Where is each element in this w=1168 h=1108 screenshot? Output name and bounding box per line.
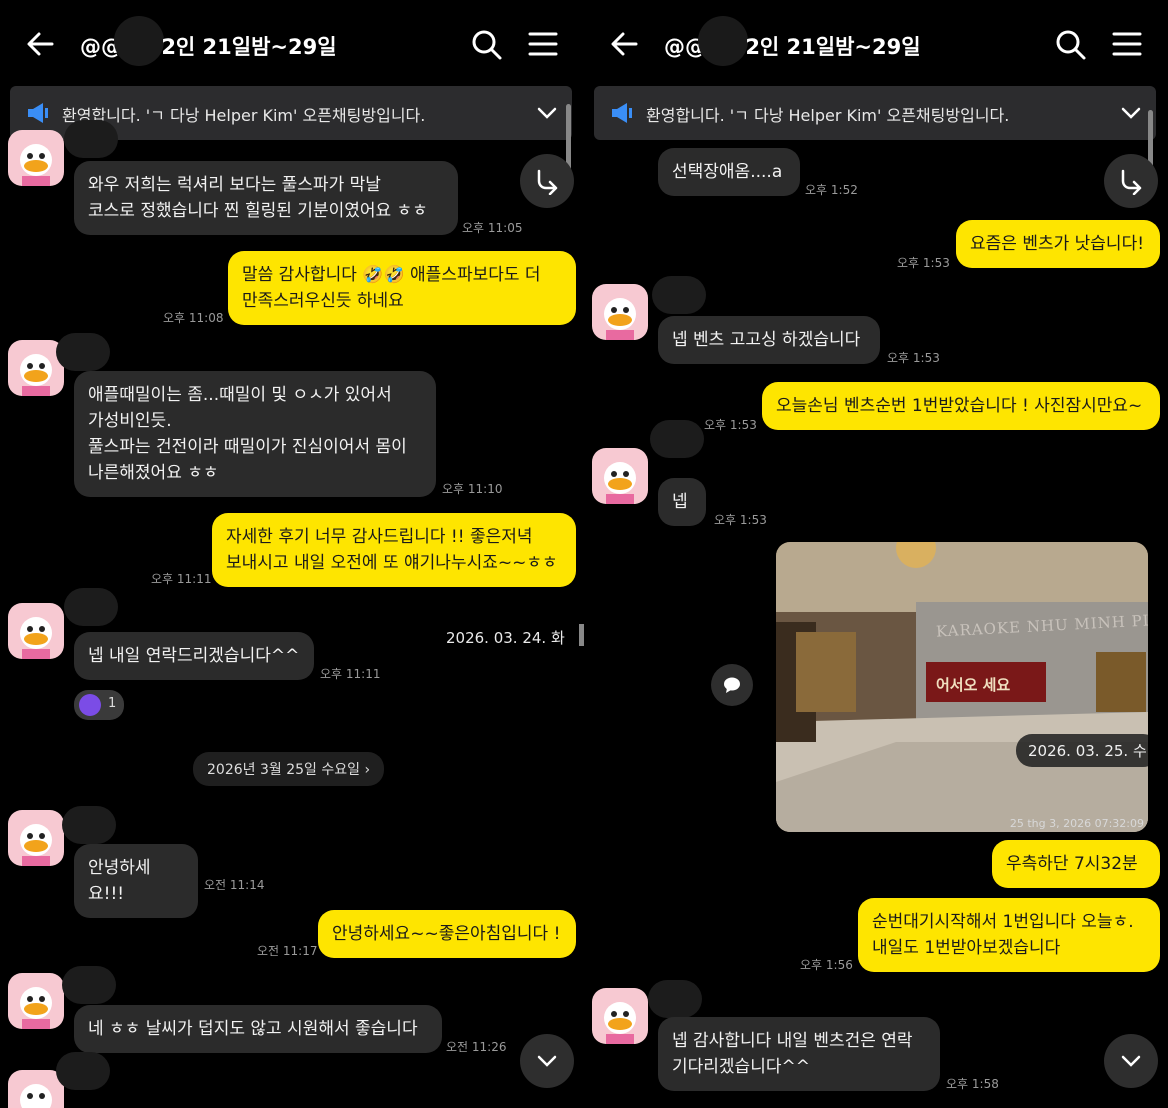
- photo-welcome-text: 어서오 세요: [936, 676, 1011, 694]
- thumbs-up-icon: [79, 694, 101, 716]
- avatar[interactable]: [8, 810, 64, 866]
- message-time: 오전 11:14: [204, 878, 265, 892]
- message-bubble[interactable]: 자세한 후기 너무 감사드립니다 !! 좋은저녁 보내시고 내일 오전에 또 얘…: [212, 513, 576, 587]
- message-time: 오전 11:26: [446, 1040, 507, 1054]
- message-time: 오후 11:08: [163, 311, 224, 325]
- date-divider[interactable]: 2026년 3월 25일 수요일 ›: [193, 752, 385, 786]
- avatar[interactable]: [592, 284, 648, 340]
- message-time: 오후 11:05: [462, 221, 523, 235]
- message-bubble[interactable]: 안녕하세요~~좋은아침입니다 !: [318, 910, 576, 958]
- message-bubble[interactable]: 넵 내일 연락드리겠습니다^^: [74, 632, 314, 680]
- chat-header: @@ 2인 21일밤~29일: [584, 0, 1168, 90]
- message-bubble[interactable]: 와우 저희는 럭셔리 보다는 풀스파가 막날 코스로 정했습니다 찐 힐링된 기…: [74, 161, 458, 235]
- chevron-right-icon: ›: [364, 762, 371, 778]
- share-button[interactable]: [520, 154, 574, 208]
- avatar[interactable]: [8, 973, 64, 1029]
- comment-button[interactable]: [711, 664, 753, 706]
- chat-title-text: 2인 21일밤~29일: [745, 35, 921, 59]
- name-mask: [698, 16, 748, 66]
- photo-message[interactable]: KARAOKE NHU MINH PLAZA 어서오 세요 2026. 03. …: [776, 542, 1148, 832]
- message-bubble[interactable]: 넵: [658, 478, 706, 526]
- message-time: 오후 1:53: [714, 513, 767, 527]
- message-bubble[interactable]: 넵 감사합니다 내일 벤츠건은 연락 기다리겠습니다^^: [658, 1017, 940, 1091]
- avatar[interactable]: [592, 448, 648, 504]
- menu-icon[interactable]: [525, 26, 561, 62]
- back-arrow-icon[interactable]: [22, 26, 58, 62]
- notice-text: 환영합니다. 'ㄱ 다낭 Helper Kim' 오픈채팅방입니다.: [646, 106, 1010, 125]
- share-icon: [1121, 169, 1142, 195]
- scroll-down-icon: [537, 1055, 557, 1067]
- avatar[interactable]: [8, 130, 64, 186]
- search-icon[interactable]: [1052, 26, 1088, 62]
- share-icon: [537, 169, 558, 195]
- scroll-down-button[interactable]: [520, 1034, 574, 1088]
- message-bubble[interactable]: 말씀 감사합니다 🤣🤣 애플스파보다도 더 만족스러우신듯 하네요: [228, 251, 576, 325]
- message-bubble[interactable]: 우측하단 7시32분: [992, 840, 1160, 888]
- message-time: 오후 1:53: [704, 418, 757, 432]
- message-bubble[interactable]: 안녕하세요!!!: [74, 844, 198, 918]
- date-stamp: 2026. 03. 24. 화: [446, 629, 565, 647]
- back-arrow-icon[interactable]: [606, 26, 642, 62]
- name-mask: [64, 120, 118, 158]
- chat-panel-left: @@ 2인 21일밤~29일 환영합니다. 'ㄱ 다낭 Helper Kim' …: [0, 0, 584, 1108]
- name-mask: [114, 16, 164, 66]
- share-button[interactable]: [1104, 154, 1158, 208]
- message-time: 오후 11:10: [442, 482, 503, 496]
- chat-title-text: 2인 21일밤~29일: [161, 35, 337, 59]
- message-bubble[interactable]: 넵 벤츠 고고싱 하겠습니다: [658, 316, 880, 364]
- chat-panel-right: @@ 2인 21일밤~29일 환영합니다. 'ㄱ 다낭 Helper Kim' …: [584, 0, 1168, 1108]
- message-time: 오후 11:11: [320, 667, 381, 681]
- message-time: 오후 1:56: [800, 958, 853, 972]
- message-time: 오후 1:53: [897, 256, 950, 270]
- comment-icon: [724, 677, 740, 693]
- notice-text: 환영합니다. 'ㄱ 다낭 Helper Kim' 오픈채팅방입니다.: [62, 106, 426, 125]
- message-bubble[interactable]: 오늘손님 벤츠순번 1번받았습니다 ! 사진잠시만요~: [762, 382, 1160, 430]
- message-time: 오후 1:53: [887, 351, 940, 365]
- message-time: 오후 1:52: [805, 183, 858, 197]
- avatar[interactable]: [592, 988, 648, 1044]
- chevron-down-icon[interactable]: [1120, 102, 1142, 124]
- name-mask: [62, 966, 116, 1004]
- message-bubble[interactable]: 요즘은 벤츠가 낫습니다!: [956, 220, 1160, 268]
- avatar[interactable]: [8, 603, 64, 659]
- name-mask: [64, 588, 118, 626]
- chat-header: @@ 2인 21일밤~29일: [0, 0, 584, 90]
- name-mask: [62, 806, 116, 844]
- name-mask: [56, 1052, 110, 1090]
- scrollbar[interactable]: [566, 104, 571, 170]
- date-badge: 2026. 03. 25. 수: [1016, 734, 1148, 767]
- search-icon[interactable]: [468, 26, 504, 62]
- photo-timestamp: 25 thg 3, 2026 07:32:09: [1009, 817, 1144, 830]
- chat-title: @@ 2인 21일밤~29일: [80, 16, 337, 66]
- reaction-count: 1: [108, 696, 117, 711]
- message-bubble[interactable]: 애플때밀이는 좀...때밀이 및 ㅇㅅ가 있어서 가성비인듯. 풀스파는 건전이…: [74, 371, 436, 497]
- reaction-badge[interactable]: 1: [74, 690, 124, 720]
- message-bubble[interactable]: 선택장애옴....a: [658, 148, 800, 196]
- scroll-down-icon: [1121, 1055, 1141, 1067]
- name-mask: [56, 333, 110, 371]
- chat-title: @@ 2인 21일밤~29일: [664, 16, 921, 66]
- name-mask: [650, 420, 704, 458]
- message-time: 오후 11:11: [151, 572, 212, 586]
- chevron-down-icon[interactable]: [536, 102, 558, 124]
- date-divider-label: 2026년 3월 25일 수요일: [207, 762, 360, 778]
- message-bubble[interactable]: 네 ㅎㅎ 날씨가 덥지도 않고 시원해서 좋습니다: [74, 1005, 442, 1053]
- notice-banner[interactable]: 환영합니다. 'ㄱ 다낭 Helper Kim' 오픈채팅방입니다.: [594, 86, 1156, 140]
- name-mask: [652, 276, 706, 314]
- megaphone-icon: [28, 103, 48, 123]
- name-mask: [648, 980, 702, 1018]
- message-time: 오후 1:58: [946, 1077, 999, 1091]
- message-time: 오전 11:17: [257, 944, 318, 958]
- menu-icon[interactable]: [1109, 26, 1145, 62]
- scroll-down-button[interactable]: [1104, 1034, 1158, 1088]
- message-bubble[interactable]: 순번대기시작해서 1번입니다 오늘ㅎ. 내일도 1번받아보겠습니다: [858, 898, 1160, 972]
- megaphone-icon: [612, 103, 632, 123]
